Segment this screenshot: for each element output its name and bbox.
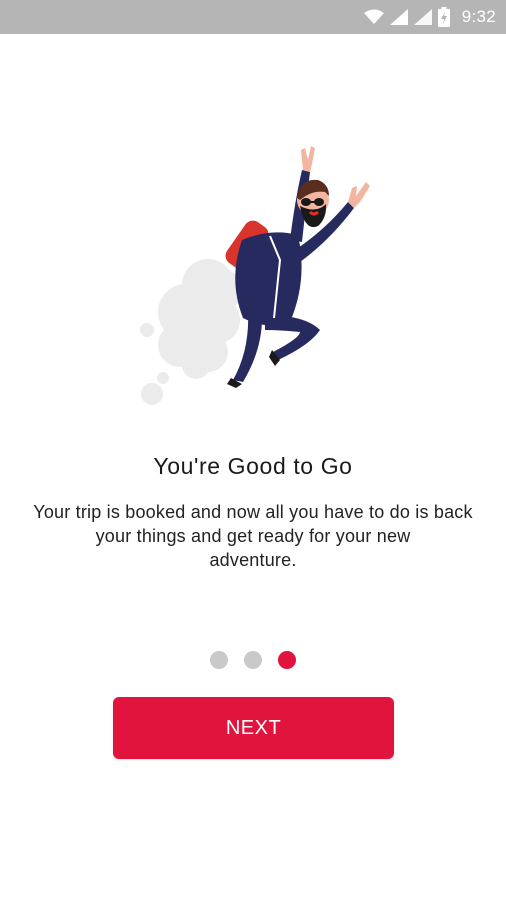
next-button[interactable]: NEXT <box>113 697 394 759</box>
status-time: 9:32 <box>461 7 496 26</box>
page-dot-1 <box>210 651 228 669</box>
wifi-icon <box>363 9 384 24</box>
onboarding-title: You're Good to Go <box>153 453 353 479</box>
dust-cloud <box>140 259 242 405</box>
status-bar: 9:32 <box>0 0 506 34</box>
jumping-traveler-illustration <box>140 146 370 405</box>
battery-icon <box>437 7 450 27</box>
onboarding-subtitle: Your trip is booked and now all you have… <box>33 502 473 570</box>
signal-icon <box>413 9 432 25</box>
page-indicator <box>0 651 506 669</box>
signal-icon <box>389 9 408 25</box>
status-icons: 9:32 <box>363 0 496 34</box>
page-dot-3-active <box>278 651 296 669</box>
page-dot-2 <box>244 651 262 669</box>
